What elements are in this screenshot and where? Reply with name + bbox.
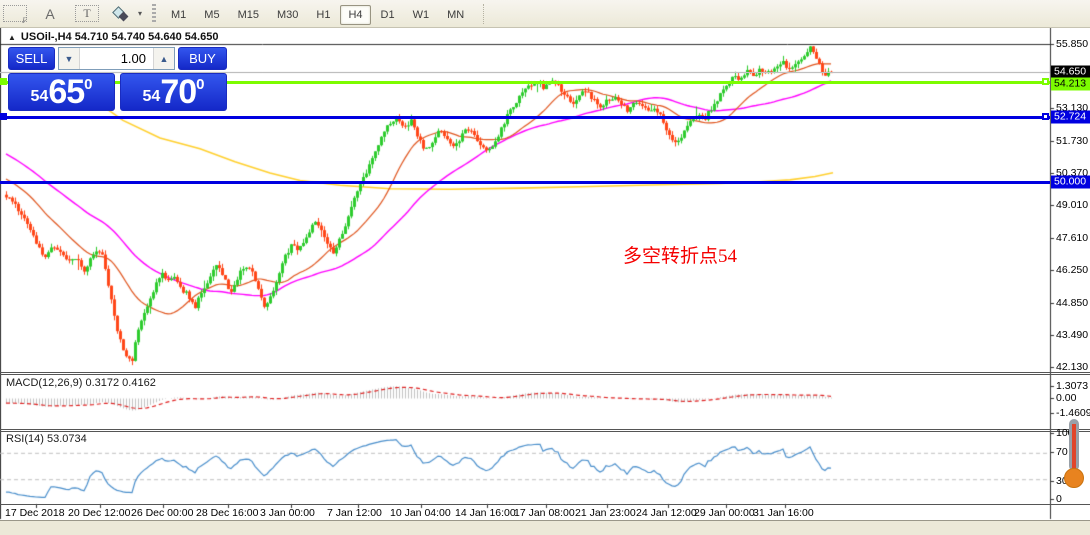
symbol-marker-icon[interactable]: ▲ — [8, 33, 16, 42]
line-handle[interactable] — [0, 113, 7, 120]
price-tick-label: 47.610 — [1056, 232, 1089, 244]
bid-prefix: 54 — [30, 88, 49, 105]
one-click-trade-panel: SELL ▼ 1.00 ▲ BUY 54 65 0 54 70 0 — [8, 47, 227, 111]
macd-tick-label: 1.3073 — [1056, 380, 1089, 392]
toolbar: F A T ▾ M1 M5 M15 M30 H1 H4 D1 W1 MN — [0, 0, 1090, 28]
volume-increase-button[interactable]: ▲ — [154, 48, 174, 69]
price-tick-label: 46.250 — [1056, 264, 1089, 276]
price-tick-label: 55.850 — [1056, 38, 1089, 50]
timeframe-button-h1[interactable]: H1 — [308, 5, 338, 25]
macd-tick-label: 0.00 — [1056, 392, 1077, 404]
chart-annotation-text[interactable]: 多空转折点54 — [623, 241, 737, 268]
date-tick-label: 26 Dec 00:00 — [131, 507, 194, 519]
bid-pip-digit: 0 — [84, 76, 93, 93]
horizontal-line-52.724[interactable] — [0, 116, 1050, 119]
volume-decrease-button[interactable]: ▼ — [59, 48, 79, 69]
price-tag-54.213: 54.213 — [1051, 77, 1090, 91]
timeframe-button-m15[interactable]: M15 — [230, 5, 267, 25]
date-tick-label: 31 Jan 16:00 — [753, 507, 814, 519]
timeframe-button-d1[interactable]: D1 — [373, 5, 403, 25]
date-tick-label: 28 Dec 16:00 — [196, 507, 259, 519]
price-tick-label: 44.850 — [1056, 297, 1089, 309]
macd-label: MACD(12,26,9) 0.3172 0.4162 — [6, 377, 156, 389]
ask-prefix: 54 — [142, 88, 161, 105]
date-tick-label: 29 Jan 00:00 — [694, 507, 755, 519]
mt4-window: F A T ▾ M1 M5 M15 M30 H1 H4 D1 W1 MN ▲ USOil-,H4 … — [0, 0, 1090, 535]
timeframe-group: M1 M5 M15 M30 H1 H4 D1 W1 MN — [162, 4, 473, 25]
bid-quote-panel[interactable]: 54 65 0 — [8, 73, 115, 111]
date-tick-label: 21 Jan 23:00 — [575, 507, 636, 519]
ask-quote-panel[interactable]: 54 70 0 — [120, 73, 227, 111]
buy-button[interactable]: BUY — [178, 47, 227, 70]
chevron-down-icon[interactable]: ▾ — [138, 9, 142, 18]
thermometer-icon — [1064, 419, 1084, 488]
toolbar-drag-handle[interactable] — [152, 3, 157, 24]
panel-separator[interactable] — [0, 431, 1090, 432]
timeframe-button-m5[interactable]: M5 — [196, 5, 227, 25]
price-tick-label: 43.490 — [1056, 329, 1089, 341]
date-tick-label: 14 Jan 16:00 — [455, 507, 516, 519]
text-tool-icon[interactable]: T — [75, 5, 99, 22]
price-tick-label: 51.730 — [1056, 135, 1089, 147]
line-handle[interactable] — [0, 78, 7, 85]
line-handle[interactable] — [1042, 113, 1049, 120]
date-tick-label: 3 Jan 00:00 — [260, 507, 315, 519]
price-tag-52.724: 52.724 — [1051, 110, 1090, 124]
timeframe-button-mn[interactable]: MN — [439, 5, 472, 25]
timeframe-button-m30[interactable]: M30 — [269, 5, 306, 25]
label-tool-icon[interactable]: A — [39, 4, 61, 24]
ask-pip-digit: 0 — [196, 76, 205, 93]
price-tag-50.000: 50.000 — [1051, 175, 1090, 189]
timeframe-button-h4[interactable]: H4 — [340, 4, 371, 25]
timeframe-button-w1[interactable]: W1 — [405, 5, 438, 25]
price-tick-label: 49.010 — [1056, 199, 1089, 211]
volume-input[interactable]: 1.00 — [79, 48, 154, 69]
bid-big-digits: 65 — [48, 73, 85, 111]
date-tick-label: 20 Dec 12:00 — [68, 507, 131, 519]
toolbar-separator — [483, 3, 489, 24]
date-tick-label: 24 Jan 12:00 — [636, 507, 697, 519]
status-strip — [0, 520, 1090, 535]
panel-separator[interactable] — [0, 372, 1090, 373]
rsi-label: RSI(14) 53.0734 — [6, 433, 87, 445]
panel-separator — [0, 504, 1090, 505]
chart-title: ▲ USOil-,H4 54.710 54.740 54.640 54.650 — [8, 31, 219, 43]
volume-stepper: ▼ 1.00 ▲ — [58, 47, 175, 70]
f-grid-tool-icon[interactable]: F — [3, 5, 27, 25]
rsi-tick-label: 0 — [1056, 493, 1062, 505]
arrows-tool-icon[interactable] — [112, 5, 134, 22]
panel-separator[interactable] — [0, 374, 1090, 375]
ask-big-digits: 70 — [160, 73, 197, 111]
panel-separator[interactable] — [0, 429, 1090, 430]
date-tick-label: 7 Jan 12:00 — [327, 507, 382, 519]
horizontal-line-50[interactable] — [0, 181, 1050, 184]
date-tick-label: 17 Jan 08:00 — [514, 507, 575, 519]
date-tick-label: 17 Dec 2018 — [5, 507, 65, 519]
timeframe-button-m1[interactable]: M1 — [163, 5, 194, 25]
line-handle[interactable] — [1042, 78, 1049, 85]
price-tick-label: 42.130 — [1056, 361, 1089, 373]
sell-button[interactable]: SELL — [8, 47, 55, 70]
chart-region: ▲ USOil-,H4 54.710 54.740 54.640 54.650 多… — [0, 28, 1090, 520]
date-tick-label: 10 Jan 04:00 — [390, 507, 451, 519]
